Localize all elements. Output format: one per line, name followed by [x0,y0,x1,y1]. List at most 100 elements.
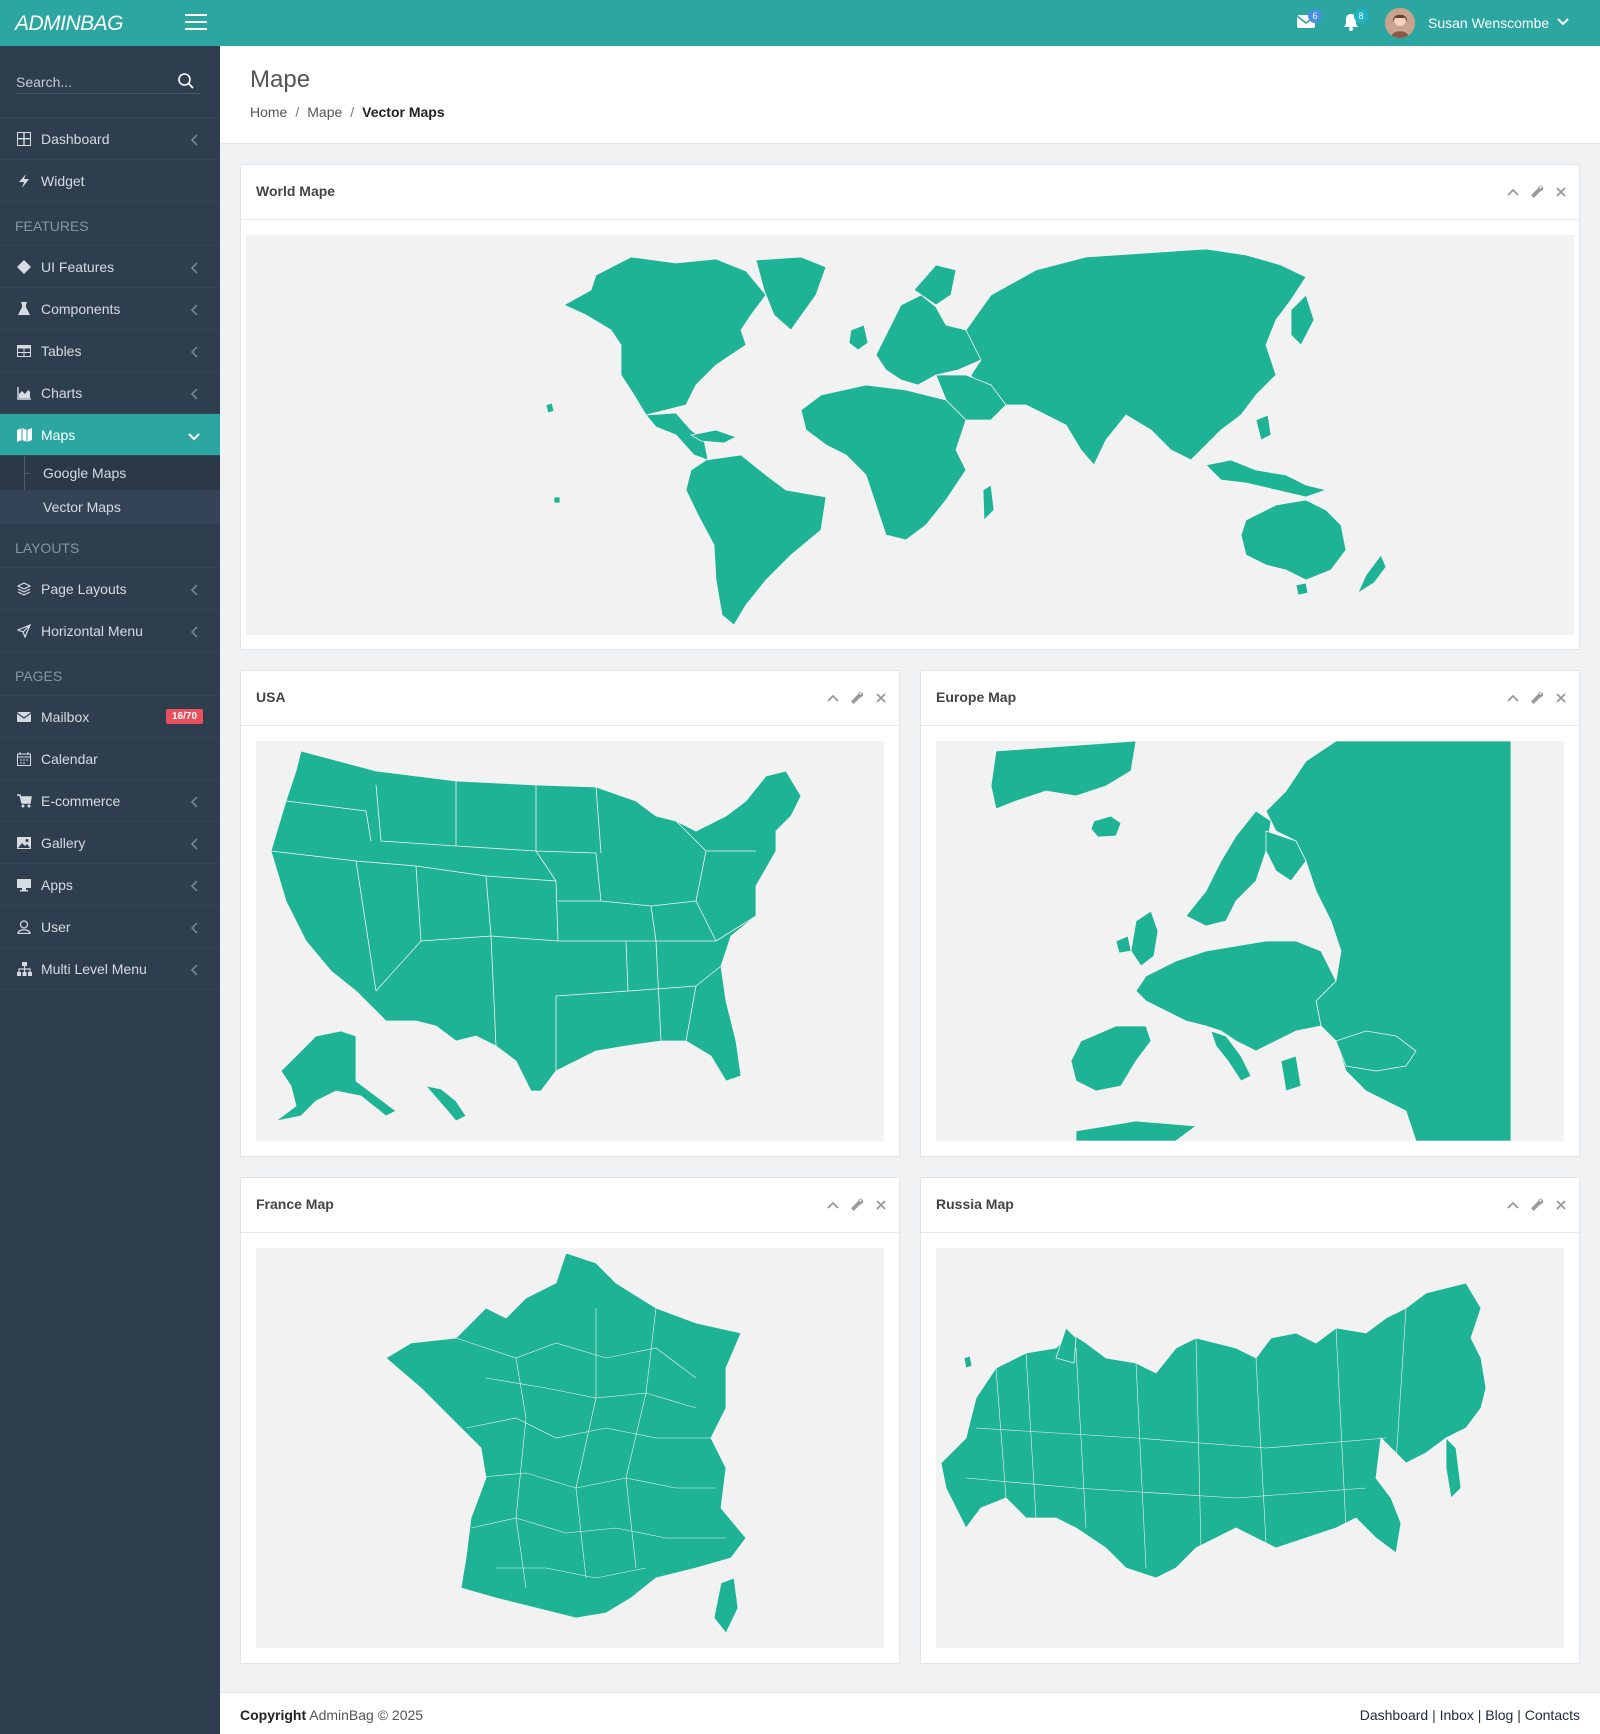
sidebar-item-dashboard[interactable]: Dashboard [0,118,220,160]
sidebar-item-apps[interactable]: Apps [0,864,220,906]
world-vector-map[interactable] [246,235,1574,635]
card-tools [1505,184,1569,200]
france-vector-map[interactable] [256,1248,884,1648]
chevron-down-icon[interactable] [1556,15,1570,32]
avatar[interactable] [1385,8,1415,38]
sidebar-item-components[interactable]: Components [0,288,220,330]
wrench-icon[interactable] [1529,1197,1545,1213]
europe-vector-map[interactable] [936,741,1564,1141]
flask-icon [17,302,31,316]
mail-count-badge: 6 [1308,9,1322,23]
usa-map-card: USA [240,670,900,1157]
nav-heading-pages: PAGES [0,652,220,696]
sidebar-item-vector-maps[interactable]: Vector Maps [0,490,220,524]
card-title: Europe Map [936,689,1017,705]
sidebar-item-maps[interactable]: Maps [0,414,220,456]
footer-link-blog[interactable]: Blog [1485,1707,1513,1723]
breadcrumb-mape[interactable]: Mape [307,104,342,120]
russia-map-card: Russia Map [920,1177,1580,1664]
close-icon[interactable] [1553,184,1569,200]
sidebar-item-horizontal-menu[interactable]: Horizontal Menu [0,610,220,652]
usa-vector-map[interactable] [256,741,884,1141]
card-title: World Mape [256,183,336,199]
sidebar-item-calendar[interactable]: Calendar [0,738,220,780]
collapse-icon[interactable] [1505,1197,1521,1213]
close-icon[interactable] [873,690,889,706]
calendar-icon [17,752,31,766]
chevron-left-icon [190,921,198,937]
breadcrumb-home[interactable]: Home [250,104,287,120]
footer-link-dashboard[interactable]: Dashboard [1360,1707,1429,1723]
collapse-icon[interactable] [825,690,841,706]
app-logo[interactable]: ADMINBAG [15,12,124,36]
lightning-icon [17,174,31,188]
bell-icon[interactable]: 8 [1342,9,1368,33]
card-tools [1505,1197,1569,1213]
collapse-icon[interactable] [825,1197,841,1213]
sidebar-item-gallery[interactable]: Gallery [0,822,220,864]
paper-plane-icon [16,623,32,639]
wrench-icon[interactable] [849,1197,865,1213]
wrench-icon[interactable] [1529,690,1545,706]
menu-toggle-icon[interactable] [185,14,207,32]
wrench-icon[interactable] [1529,184,1545,200]
breadcrumb-current: Vector Maps [362,104,445,120]
image-icon [17,836,31,850]
footer-link-contacts[interactable]: Contacts [1525,1707,1580,1723]
russia-vector-map[interactable] [936,1248,1564,1648]
maps-submenu: Google Maps Vector Maps [0,456,220,524]
sidebar-item-page-layouts[interactable]: Page Layouts [0,568,220,610]
notification-count-badge: 8 [1354,9,1368,23]
collapse-icon[interactable] [1505,690,1521,706]
card-tools [1505,690,1569,706]
sidebar-search [0,46,220,118]
close-icon[interactable] [1553,690,1569,706]
copyright: Copyright AdminBag © 2025 [240,1707,424,1723]
chevron-left-icon [190,837,198,853]
footer-link-inbox[interactable]: Inbox [1440,1707,1474,1723]
sidebar-item-user[interactable]: User [0,906,220,948]
nav-heading-features: FEATURES [0,202,220,246]
sidebar-item-google-maps[interactable]: Google Maps [0,456,220,490]
wrench-icon[interactable] [849,690,865,706]
collapse-icon[interactable] [1505,184,1521,200]
dashboard-icon [17,132,31,146]
desktop-icon [17,878,31,892]
sidebar-item-ecommerce[interactable]: E-commerce [0,780,220,822]
area-chart-icon [17,386,31,400]
close-icon[interactable] [873,1197,889,1213]
diamond-icon [17,260,31,274]
search-input[interactable] [16,70,200,94]
europe-map-card: Europe Map [920,670,1580,1157]
card-title: France Map [256,1196,334,1212]
search-icon[interactable] [177,72,195,93]
card-title: USA [256,689,286,705]
close-icon[interactable] [1553,1197,1569,1213]
sidebar-item-ui-features[interactable]: UI Features [0,246,220,288]
user-name[interactable]: Susan Wenscombe [1428,15,1549,31]
chevron-left-icon [190,303,198,319]
chevron-left-icon [190,879,198,895]
sidebar-item-charts[interactable]: Charts [0,372,220,414]
chevron-left-icon [190,963,198,979]
top-bar: ADMINBAG 6 8 Susan Wenscombe [0,0,1600,46]
card-header: World Mape [241,165,1579,220]
mail-icon[interactable]: 6 [1296,9,1322,33]
cart-icon [17,794,32,808]
chevron-left-icon [190,133,198,149]
layers-icon [16,582,32,596]
chevron-left-icon [190,583,198,599]
sidebar-item-multi-level-menu[interactable]: Multi Level Menu [0,948,220,990]
page-title: Mape [250,66,311,93]
world-map-card: World Mape [240,164,1580,650]
sidebar-item-mailbox[interactable]: Mailbox 16/70 [0,696,220,738]
sidebar-item-tables[interactable]: Tables [0,330,220,372]
footer: Copyright AdminBag © 2025 Dashboard | In… [220,1692,1600,1734]
chevron-left-icon [190,795,198,811]
card-header: Europe Map [921,671,1579,726]
chevron-down-icon [188,429,200,445]
card-title: Russia Map [936,1196,1014,1212]
sidebar-item-widget[interactable]: Widget [0,160,220,202]
chevron-left-icon [190,261,198,277]
sitemap-icon [17,962,32,976]
